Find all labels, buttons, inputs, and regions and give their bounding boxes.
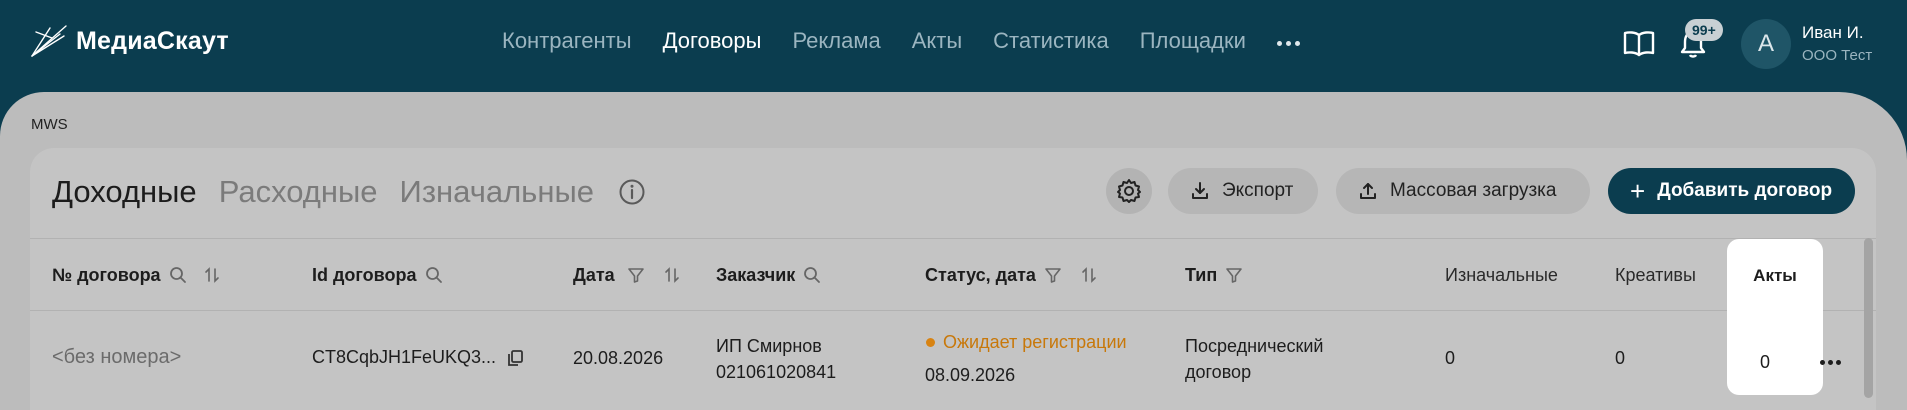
info-icon[interactable]	[618, 178, 646, 206]
cell-status: Ожидает регистрации	[926, 332, 1127, 353]
col-acts: Акты	[1727, 240, 1823, 312]
nav-item-statistics[interactable]: Статистика	[993, 28, 1109, 54]
col-creatives-label: Креативы	[1615, 264, 1696, 285]
plus-icon: +	[1630, 176, 1646, 206]
main-area: MWS Доходные Расходные Изначальные Экспо…	[0, 92, 1907, 410]
sort-icon[interactable]	[203, 266, 221, 284]
user-name[interactable]: Иван И.	[1802, 23, 1864, 43]
row-more-icon[interactable]	[1820, 360, 1841, 365]
export-button[interactable]: Экспорт	[1168, 168, 1318, 214]
cell-customer-name: ИП Смирнов	[716, 336, 822, 356]
search-icon[interactable]	[803, 266, 821, 284]
add-contract-button[interactable]: + Добавить договор	[1608, 168, 1855, 214]
col-id: Id договора	[312, 239, 443, 311]
filter-icon[interactable]	[1225, 266, 1243, 284]
col-initial: Изначальные	[1445, 239, 1558, 311]
col-type-label: Тип	[1185, 264, 1218, 285]
cell-creatives: 0	[1615, 348, 1626, 368]
app-name: МедиаСкаут	[76, 26, 229, 55]
table-row[interactable]: <без номера> CT8CqbJH1FeUKQ3... 20.08.20…	[30, 310, 1876, 410]
table-scrollbar[interactable]	[1864, 238, 1873, 398]
tab-initial[interactable]: Изначальные	[400, 174, 594, 210]
col-customer: Заказчик	[716, 239, 821, 311]
col-creatives: Креативы	[1615, 239, 1696, 311]
nav-item-platforms[interactable]: Площадки	[1140, 28, 1246, 54]
status-dot-icon	[926, 338, 935, 347]
settings-button[interactable]	[1106, 168, 1152, 214]
cell-status-date: 08.09.2026	[925, 365, 1016, 385]
top-bar: МедиаСкаут Контрагенты Договоры Реклама …	[0, 0, 1907, 92]
col-date-label: Дата	[573, 264, 615, 285]
contract-tabs: Доходные Расходные Изначальные	[52, 174, 646, 210]
user-org: ООО Тест	[1802, 47, 1873, 64]
col-initial-label: Изначальные	[1445, 264, 1558, 285]
col-date: Дата	[573, 239, 681, 311]
col-number-label: № договора	[52, 264, 161, 285]
search-icon[interactable]	[169, 266, 187, 284]
col-customer-label: Заказчик	[716, 264, 796, 285]
contracts-card: Доходные Расходные Изначальные Экспорт М…	[30, 148, 1876, 410]
bulk-upload-button[interactable]: Массовая загрузка	[1336, 168, 1590, 214]
tab-expense[interactable]: Расходные	[219, 174, 378, 210]
table-header: № договора Id договора Дата Заказчик Ста…	[30, 238, 1876, 310]
cell-id: CT8CqbJH1FeUKQ3...	[312, 347, 524, 368]
nav-item-ads[interactable]: Реклама	[792, 28, 880, 54]
sort-icon[interactable]	[663, 266, 681, 284]
cell-date: 20.08.2026	[573, 348, 664, 368]
col-number: № договора	[52, 239, 221, 311]
main-nav: Контрагенты Договоры Реклама Акты Статис…	[502, 28, 1300, 54]
cell-status-label: Ожидает регистрации	[943, 332, 1127, 352]
upload-icon	[1360, 183, 1376, 199]
bulk-upload-label: Массовая загрузка	[1390, 180, 1557, 201]
filter-icon[interactable]	[627, 266, 645, 284]
filter-icon[interactable]	[1044, 266, 1062, 284]
more-horizontal-icon[interactable]	[1276, 37, 1300, 46]
cell-initial: 0	[1445, 348, 1456, 368]
logo-rays-icon	[31, 25, 67, 57]
gear-icon	[1117, 179, 1141, 203]
breadcrumb[interactable]: MWS	[31, 116, 68, 133]
app-logo[interactable]: МедиаСкаут	[30, 22, 229, 60]
col-type: Тип	[1185, 239, 1243, 311]
copy-icon[interactable]	[506, 349, 524, 367]
book-open-icon[interactable]	[1622, 28, 1656, 58]
notifications-badge: 99+	[1685, 19, 1723, 41]
col-status-label: Статус, дата	[925, 264, 1036, 285]
nav-item-acts[interactable]: Акты	[912, 28, 962, 54]
add-contract-label: Добавить договор	[1657, 180, 1833, 201]
col-id-label: Id договора	[312, 264, 417, 285]
search-icon[interactable]	[425, 266, 443, 284]
cell-id-value: CT8CqbJH1FeUKQ3...	[312, 347, 497, 367]
nav-item-contractors[interactable]: Контрагенты	[502, 28, 632, 54]
cell-acts: 0	[1760, 352, 1771, 372]
cell-customer-inn: 021061020841	[716, 362, 837, 382]
sort-icon[interactable]	[1080, 266, 1098, 284]
col-status: Статус, дата	[925, 239, 1098, 311]
col-acts-label: Акты	[1753, 266, 1797, 285]
avatar[interactable]: А	[1741, 19, 1791, 69]
cell-type-line2: договор	[1185, 362, 1252, 382]
nav-item-contracts[interactable]: Договоры	[663, 28, 762, 54]
download-icon	[1192, 182, 1208, 199]
cell-number: <без номера>	[52, 346, 182, 368]
cell-type-line1: Посреднический	[1185, 336, 1324, 356]
export-label: Экспорт	[1222, 180, 1294, 201]
tab-income[interactable]: Доходные	[52, 174, 197, 210]
